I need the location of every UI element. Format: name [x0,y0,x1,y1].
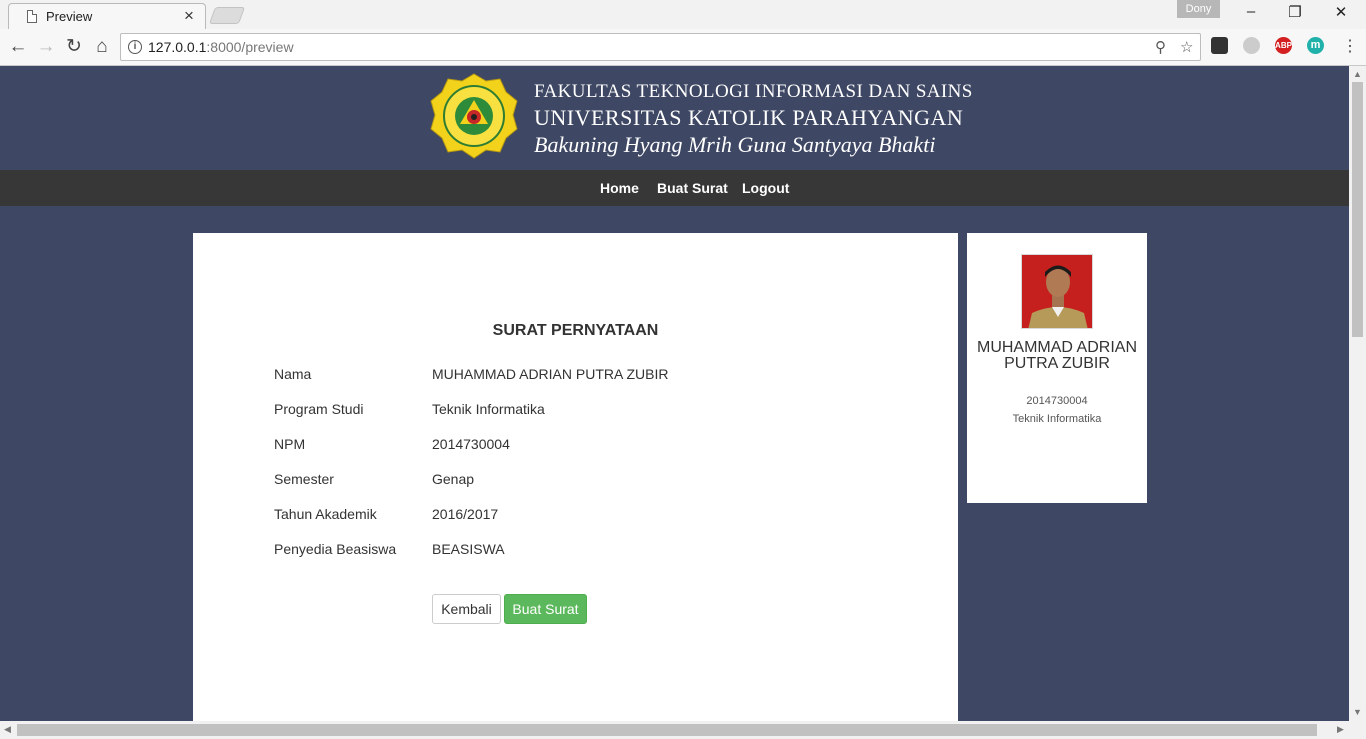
field-value-penyedia-beasiswa: BEASISWA [432,541,505,557]
field-label-program-studi: Program Studi [274,401,364,417]
horizontal-scrollbar[interactable]: ◀ ▶ [0,721,1366,739]
tab-title: Preview [46,9,93,24]
minimize-icon[interactable]: – [1236,3,1266,23]
field-value-semester: Genap [432,471,475,487]
header-banner: FAKULTAS TEKNOLOGI INFORMASI DAN SAINS U… [0,66,1349,170]
letter-title: SURAT PERNYATAAN [492,322,659,339]
scroll-left-icon[interactable]: ◀ [4,724,11,735]
banner-text: FAKULTAS TEKNOLOGI INFORMASI DAN SAINS U… [534,80,973,159]
home-icon[interactable]: ⌂ [90,35,114,59]
adblock-plus-icon[interactable]: ABP [1275,37,1292,54]
scroll-right-icon[interactable]: ▶ [1337,724,1344,735]
bookmark-star-icon[interactable]: ☆ [1180,38,1193,56]
close-tab-icon[interactable]: × [184,6,194,26]
field-value-tahun-akademik: 2016/2017 [432,506,499,522]
profile-npm: 2014730004 [1026,395,1088,407]
reload-icon[interactable]: ↻ [62,35,86,59]
university-motto: Bakuning Hyang Mrih Guna Santyaya Bhakti [534,132,936,157]
url-text[interactable]: 127.0.0.1:8000/preview [148,39,294,55]
m-ext-icon[interactable]: m [1307,37,1324,54]
browser-tab[interactable]: Preview × [8,3,206,29]
forward-arrow-icon[interactable]: → [34,35,58,59]
vertical-scrollbar[interactable]: ▲ ▼ [1349,66,1366,721]
field-label-tahun-akademik: Tahun Akademik [274,506,377,522]
avatar-photo [1022,255,1092,328]
info-icon[interactable]: i [128,40,142,54]
profile-badge[interactable]: Dony [1177,0,1220,18]
document-icon [27,10,37,23]
horizontal-scroll-thumb[interactable] [17,724,1317,736]
profile-program-studi: Teknik Informatika [1012,413,1102,425]
field-label-npm: NPM [274,436,306,452]
faculty-name: FAKULTAS TEKNOLOGI INFORMASI DAN SAINS [534,81,973,102]
main-content: SURAT PERNYATAAN Nama MUHAMMAD ADRIAN PU… [0,206,1349,721]
main-navbar: Home Buat Surat Logout [0,170,1349,206]
profile-card: MUHAMMAD ADRIAN PUTRA ZUBIR 2014730004 T… [967,233,1147,503]
search-ext-icon[interactable] [1243,37,1260,54]
scroll-up-icon[interactable]: ▲ [1353,69,1362,79]
profile-name: MUHAMMAD ADRIAN PUTRA ZUBIR [976,339,1137,372]
menu-icon[interactable]: ⋮ [1338,35,1362,59]
vertical-scroll-thumb[interactable] [1352,82,1363,337]
nav-buat-surat[interactable]: Buat Surat [657,180,728,196]
back-arrow-icon[interactable]: ← [6,35,30,59]
university-name: UNIVERSITAS KATOLIK PARAHYANGAN [534,105,964,130]
field-label-penyedia-beasiswa: Penyedia Beasiswa [274,541,397,557]
restore-icon[interactable]: ❐ [1280,3,1310,23]
nav-logout[interactable]: Logout [742,180,789,196]
scroll-down-icon[interactable]: ▼ [1353,707,1362,717]
field-value-program-studi: Teknik Informatika [432,401,545,417]
address-bar[interactable]: i 127.0.0.1:8000/preview ⚲ ☆ [120,33,1201,61]
letter-preview-card: SURAT PERNYATAAN Nama MUHAMMAD ADRIAN PU… [193,233,958,721]
create-letter-button[interactable]: Buat Surat [504,594,587,624]
browser-tabstrip: Preview × Dony – ❐ ✕ [0,0,1366,29]
page-viewport: FAKULTAS TEKNOLOGI INFORMASI DAN SAINS U… [0,66,1349,721]
back-button[interactable]: Kembali [432,594,501,624]
field-value-npm: 2014730004 [432,436,510,452]
new-tab-button[interactable] [208,7,246,24]
field-label-semester: Semester [274,471,334,487]
field-value-nama: MUHAMMAD ADRIAN PUTRA ZUBIR [432,366,669,382]
close-window-icon[interactable]: ✕ [1326,3,1356,23]
nav-home[interactable]: Home [600,180,639,196]
avatar [1021,254,1093,329]
field-label-nama: Nama [274,366,312,382]
trello-icon[interactable] [1211,37,1228,54]
university-logo [430,73,518,159]
zoom-icon[interactable]: ⚲ [1155,38,1166,56]
browser-toolbar: ← → ↻ ⌂ i 127.0.0.1:8000/preview ⚲ ☆ ABP… [0,29,1366,66]
